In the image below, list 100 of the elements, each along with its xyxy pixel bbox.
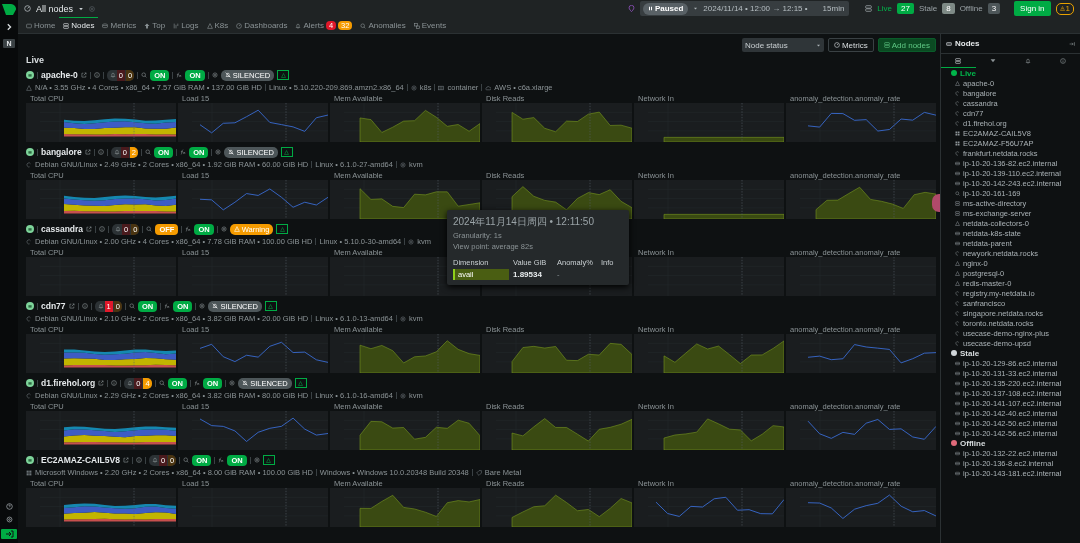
pin-icon [627,5,635,12]
dashboard-button[interactable] [264,301,277,311]
sign-in-icon[interactable] [1,529,17,539]
tooltip-time: 2024年11月14日周四 • 12:11:50 [453,215,595,229]
node-name[interactable]: cdn77 [41,301,66,311]
node-name[interactable]: EC2AMAZ-CAIL5V8 [41,455,120,465]
bell-icon [127,380,134,386]
gear-icon [399,392,406,399]
expand-icon [5,23,13,31]
search-icon [183,457,190,463]
vm-icon [955,170,960,176]
tag-icon [475,469,482,476]
warning-button[interactable]: 1 [1055,2,1074,15]
dashboard-button[interactable] [294,378,307,388]
swirl-icon [26,161,32,168]
add-nodes-button[interactable]: Add nodes [877,38,936,52]
duration: 15min [822,4,845,13]
triangle-icon [206,22,213,29]
tooltip-value: 1.89534 [513,270,543,279]
node-count-label: Stale [918,4,938,13]
bell-icon [115,226,122,232]
time-range-picker[interactable]: Paused 2024/11/14 • 12:00 → 12:15 • 15min [639,1,850,16]
vm-icon [955,380,960,386]
pause-button[interactable]: Paused [642,2,689,15]
search-icon [128,303,135,309]
nav-tab[interactable]: Home [22,17,60,33]
bars-icon [173,22,180,29]
group-label[interactable]: Offline [960,438,986,448]
function-icon [176,72,183,78]
search-icon [158,380,165,386]
node-count-label: Offline [959,4,983,13]
external-link-icon [80,72,87,78]
vm-icon [955,390,960,396]
bell-icon [1024,57,1031,64]
cloud-icon [485,84,492,91]
settings-icon [253,457,260,463]
nav-tab[interactable]: Nodes [59,17,99,33]
group-by-select[interactable]: Node status [741,38,824,52]
node-name[interactable]: cassandra [41,224,84,234]
bell-off-icon [242,380,249,386]
node-status-icon [26,71,34,79]
triangle-icon [298,380,304,386]
search-icon [955,190,960,196]
dashboard-button[interactable] [277,70,290,80]
vm-icon [955,230,960,236]
function-icon [164,303,171,309]
nav-tab[interactable]: K8s [202,17,233,33]
triangle-icon [279,226,285,232]
search-icon [141,72,148,78]
external-link-icon [68,303,75,309]
node-count-label: Live [877,4,893,13]
bell-icon [151,457,158,463]
gauge-icon [236,22,243,29]
node-name[interactable]: apache-0 [41,70,78,80]
vm-icon [955,410,960,416]
settings-icon [5,516,13,523]
dashboard-button[interactable] [262,455,275,465]
external-link-icon [122,457,129,463]
function-icon [218,457,225,463]
swirl-icon [26,315,32,322]
node-count[interactable]: 8 [942,3,955,14]
vm-icon [946,40,952,47]
logo-icon[interactable] [2,4,16,15]
close-icon [89,5,96,12]
vm-icon [955,160,960,166]
arrow-up-icon [144,22,151,29]
search-icon [146,226,153,232]
group-label[interactable]: Live [960,68,976,78]
triangle-icon [280,72,286,78]
triangle-icon [268,303,274,309]
group-label[interactable]: Stale [960,348,980,358]
node-status-icon [26,302,34,310]
triangle-icon [284,149,290,155]
server-icon [955,57,962,64]
info-icon [97,149,104,155]
triangle-icon [955,220,960,226]
nav-tab[interactable]: Dashboards [232,17,292,33]
server-icon [955,210,960,216]
dashboard-button[interactable] [276,224,289,234]
settings-icon [220,226,227,232]
help-icon [5,503,13,510]
bell-icon [97,303,104,309]
space-scope[interactable]: All nodes [36,3,74,14]
nav-tab[interactable]: Top [140,17,170,33]
dashboard-button[interactable] [281,147,293,157]
caret-icon [693,6,699,11]
metrics-button[interactable]: Metrics [827,38,874,52]
node-name[interactable]: bangalore [41,147,82,157]
node-name[interactable]: d1.firehol.org [41,378,96,388]
node-count[interactable]: 3 [987,3,1001,14]
nav-tab[interactable]: Events [409,17,451,33]
filter-icon [990,57,997,64]
nav-tab[interactable]: Logs [169,17,203,33]
vm-icon [955,370,960,376]
settings-icon [215,149,222,155]
settings-icon [211,72,218,78]
nav-tab[interactable]: Anomalies [356,17,410,33]
node-status-icon [26,148,34,156]
nav-tab[interactable]: Metrics [98,17,141,33]
settings-icon [229,380,236,386]
